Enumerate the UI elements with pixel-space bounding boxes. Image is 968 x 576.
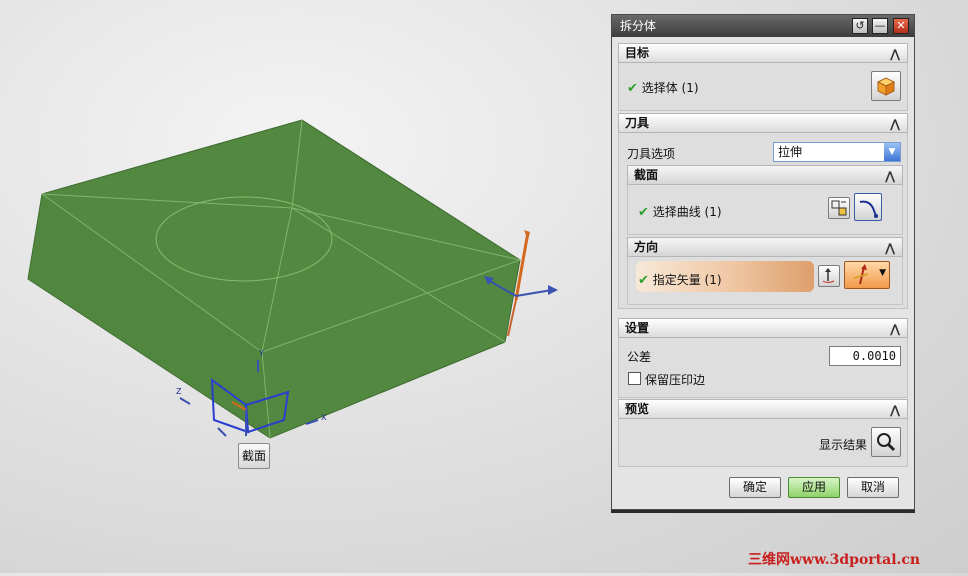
checkmark-icon: ✔ [638,273,649,288]
select-curve-row[interactable]: ✔ 选择曲线 (1) [638,203,722,220]
checkmark-icon: ✔ [638,205,649,220]
tolerance-label: 公差 [627,350,652,364]
watermark: 三维网www.3dportal.cn [748,552,921,568]
specify-vector-row[interactable]: ✔ 指定矢量 (1) [638,271,722,288]
tool-option-label: 刀具选项 [627,147,676,161]
tool-option-select[interactable]: 拉伸 ▼ [773,142,901,162]
collapse-icon[interactable]: ⋀ [887,115,903,131]
curve-icon [859,200,878,218]
collapse-icon[interactable]: ⋀ [887,45,903,61]
group-settings-body: 公差 0.0010 保留压印边 [618,338,908,398]
show-result-button[interactable] [871,427,901,457]
reverse-direction-icon [822,268,835,283]
select-body-label: 选择体 (1) [641,81,699,95]
collapse-icon[interactable]: ⋀ [882,239,898,255]
group-direction-body: ✔ 指定矢量 (1) ▼ [627,257,903,305]
tolerance-input[interactable]: 0.0010 [829,346,901,366]
split-body-dialog: 拆分体 ↺ — ✕ 目标 ⋀ ✔ 选择体 (1) 刀具 ⋀ 刀具选项 拉伸 ▼ [611,14,915,510]
group-tool-body: 刀具选项 拉伸 ▼ 截面 ⋀ ✔ 选择曲线 (1) 方向 ⋀ ✔ 指定矢量 (1… [618,133,908,309]
sketch-section-button[interactable] [828,197,850,219]
solid-body-icon [876,77,896,96]
group-section-header[interactable]: 截面 ⋀ [627,165,903,185]
chevron-down-icon[interactable]: ▼ [884,143,900,161]
apply-button[interactable]: 应用 [788,477,840,498]
specify-vector-label: 指定矢量 (1) [652,273,722,287]
checkmark-icon: ✔ [627,81,638,96]
tool-option-value: 拉伸 [778,145,803,159]
cancel-button[interactable]: 取消 [847,477,899,498]
magnifier-icon [877,433,896,452]
group-section-body: ✔ 选择曲线 (1) [627,185,903,235]
group-direction-title: 方向 [634,240,659,254]
reset-icon[interactable]: ↺ [852,18,868,34]
group-tool-title: 刀具 [625,116,650,130]
group-section-title: 截面 [634,168,659,182]
collapse-icon[interactable]: ⋀ [882,167,898,183]
group-target-body: ✔ 选择体 (1) [618,63,908,111]
group-settings-title: 设置 [625,321,650,335]
group-direction-header[interactable]: 方向 ⋀ [627,237,903,257]
sketch-icon [831,200,847,216]
select-curve-label: 选择曲线 (1) [652,205,722,219]
show-result-label: 显示结果 [819,438,868,452]
vector-icon [853,264,869,285]
triad-label-x: X [321,413,327,422]
collapse-icon[interactable]: ⋀ [887,401,903,417]
curve-button[interactable] [854,193,882,221]
keep-imprint-label[interactable]: 保留压印边 [645,371,705,388]
select-body-row[interactable]: ✔ 选择体 (1) [627,79,699,96]
section-tag[interactable]: 截面 [238,443,270,469]
ok-button[interactable]: 确定 [729,477,781,498]
group-tool-header[interactable]: 刀具 ⋀ [618,113,908,133]
group-settings-header[interactable]: 设置 ⋀ [618,318,908,338]
group-target-header[interactable]: 目标 ⋀ [618,43,908,63]
select-body-button[interactable] [871,71,901,101]
reverse-direction-button[interactable] [818,265,840,287]
chevron-down-icon[interactable]: ▼ [879,268,886,278]
vector-constructor-dropdown[interactable]: ▼ [844,261,890,289]
dialog-titlebar[interactable]: 拆分体 ↺ — ✕ [612,15,914,37]
minimize-icon[interactable]: — [872,18,888,34]
group-preview-header[interactable]: 预览 ⋀ [618,399,908,419]
keep-imprint-checkbox[interactable] [628,372,641,385]
dialog-title: 拆分体 [620,19,657,33]
close-icon[interactable]: ✕ [893,18,909,34]
collapse-icon[interactable]: ⋀ [887,320,903,336]
triad-label-z: Z [176,387,182,396]
group-preview-body: 显示结果 [618,419,908,467]
group-target-title: 目标 [625,46,650,60]
triad-label-y: Y [258,349,264,358]
group-preview-title: 预览 [625,402,650,416]
